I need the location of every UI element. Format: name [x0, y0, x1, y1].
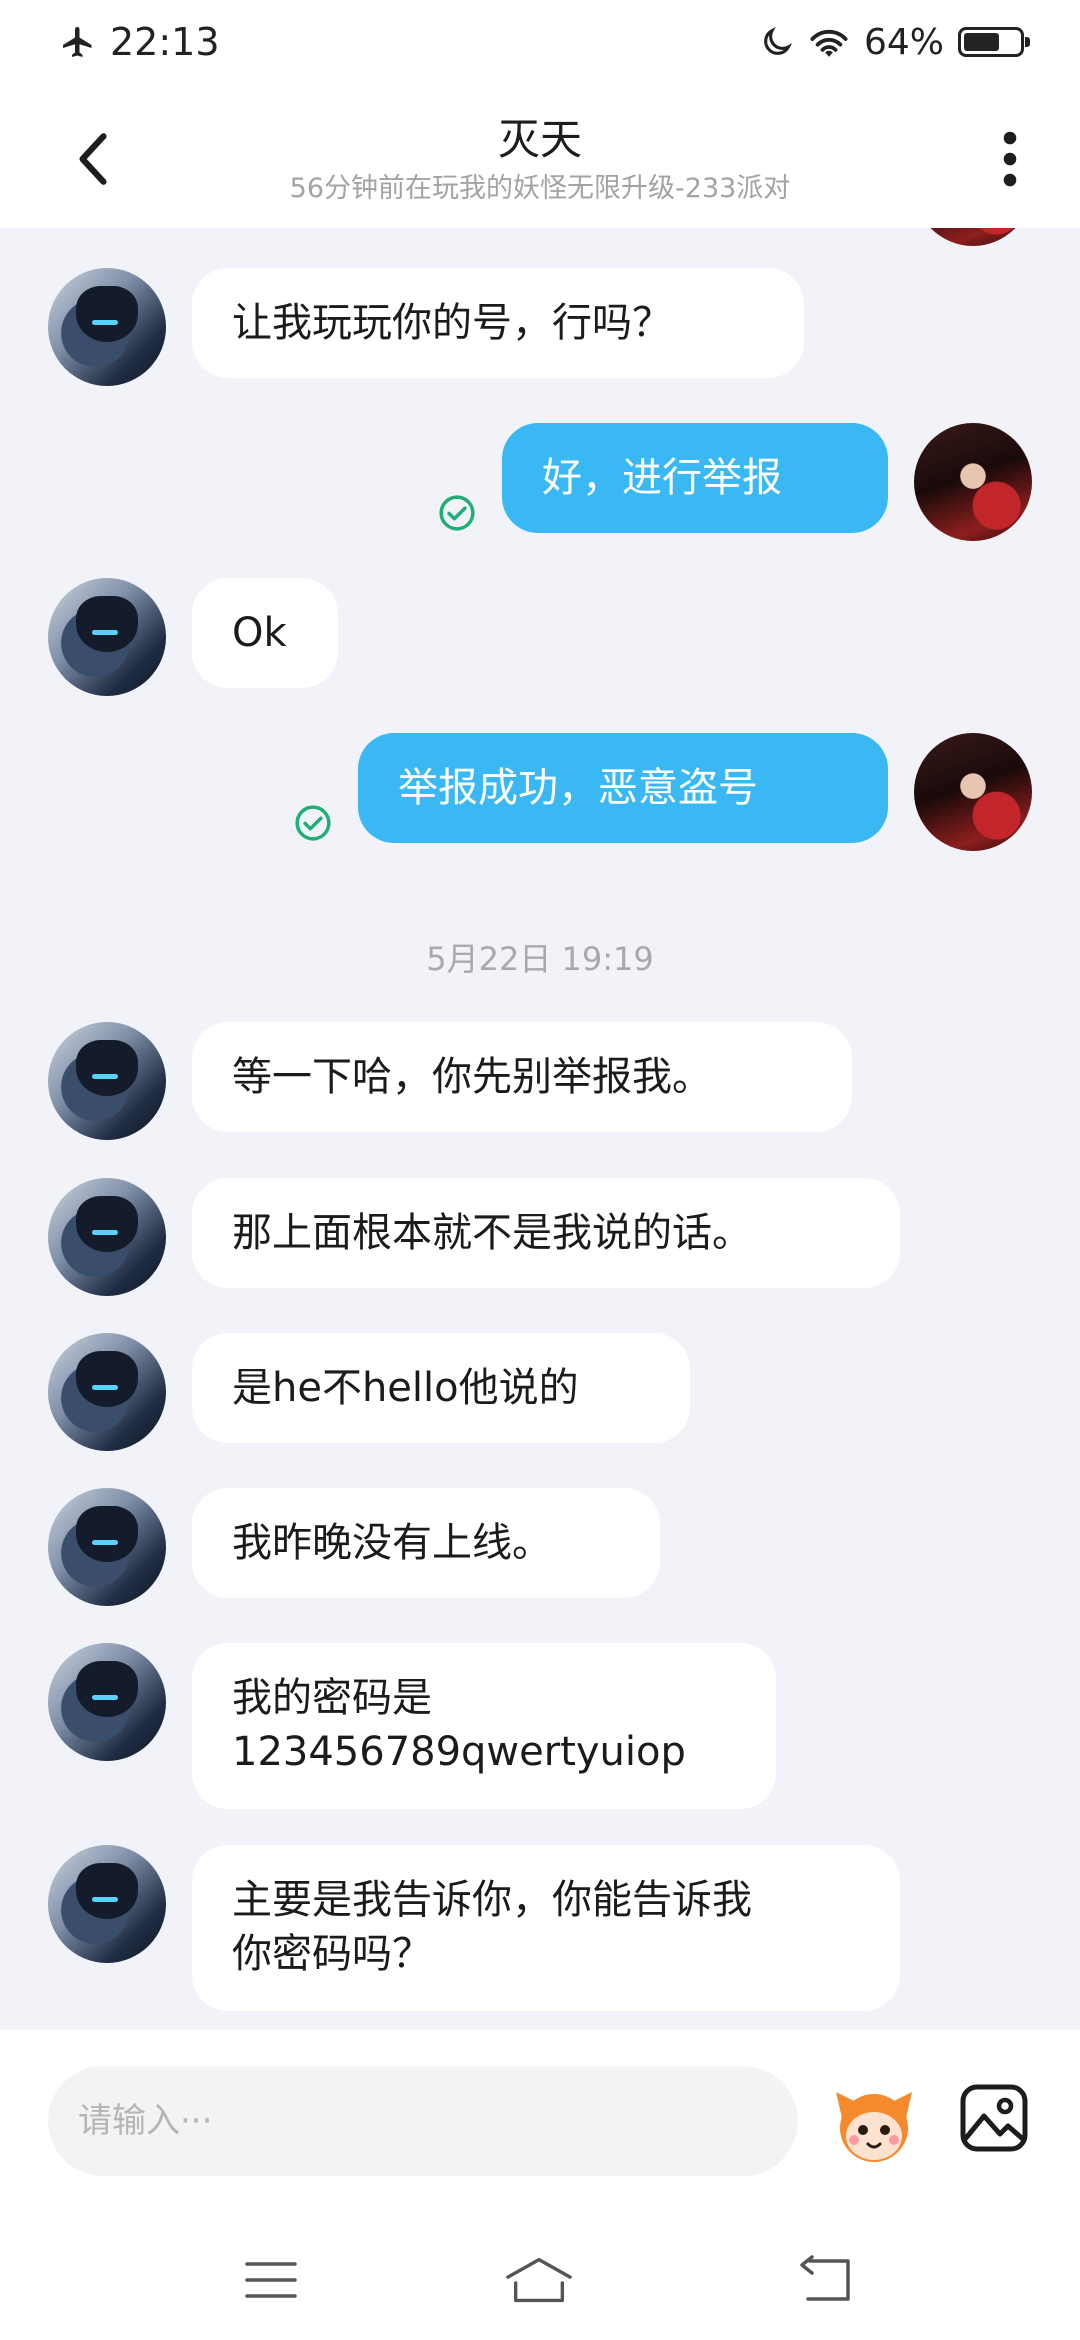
battery-percent: 64%: [863, 21, 944, 63]
message-bubble[interactable]: Ok: [192, 578, 338, 688]
avatar[interactable]: [48, 1643, 166, 1761]
message-text: 是he不hello他说的: [232, 1365, 579, 1411]
message-text-line: 你密码吗？: [232, 1931, 432, 1977]
message-text: 举报成功，恶意盗号: [398, 765, 758, 811]
status-time: 22:13: [110, 20, 220, 64]
status-left: 22:13: [60, 18, 220, 66]
image-icon: [960, 2084, 1028, 2152]
contact-name: 灭天: [497, 115, 582, 164]
message-bubble[interactable]: 我的密码是 123456789qwertyuiop: [192, 1643, 776, 1809]
home-icon: [506, 2257, 572, 2303]
message-text-line: 主要是我告诉你，你能告诉我: [232, 1877, 752, 1923]
moon-icon: [764, 26, 793, 55]
avatar[interactable]: [48, 268, 166, 386]
message-text-line: 我的密码是: [232, 1675, 432, 1721]
wifi-icon: [810, 29, 848, 57]
avatar[interactable]: [914, 228, 1032, 246]
avatar[interactable]: [48, 578, 166, 696]
avatar[interactable]: [48, 1178, 166, 1296]
input-bar: [0, 2030, 1080, 2210]
more-button[interactable]: [980, 124, 1040, 194]
contact-status: 56分钟前在玩我的妖怪无限升级-233派对: [289, 173, 791, 204]
sent-check-icon: [439, 495, 475, 531]
message-text: 那上面根本就不是我说的话。: [232, 1210, 752, 1256]
message-bubble[interactable]: 主要是我告诉你，你能告诉我 你密码吗？: [192, 1845, 900, 2011]
image-button[interactable]: [958, 2082, 1030, 2154]
nav-menu-button[interactable]: [236, 2250, 306, 2310]
avatar[interactable]: [48, 1488, 166, 1606]
emoji-face-icon: [836, 2092, 912, 2162]
airplane-icon: [63, 27, 92, 57]
chat-header: 灭天 56分钟前在玩我的妖怪无限升级-233派对: [0, 84, 1080, 228]
avatar[interactable]: [48, 1333, 166, 1451]
menu-icon: [245, 2262, 297, 2298]
nav-back-button[interactable]: [790, 2250, 860, 2310]
avatar-self[interactable]: [914, 423, 1032, 541]
message-bubble[interactable]: 那上面根本就不是我说的话。: [192, 1178, 900, 1288]
message-text: 等一下哈，你先别举报我。: [232, 1054, 712, 1100]
message-bubble[interactable]: 让我玩玩你的号，行吗？: [192, 268, 804, 378]
message-list[interactable]: 让我玩玩你的号，行吗？ 好，进行举报 Ok 举报成功，恶意盗号 5月22日 19…: [0, 228, 1080, 2028]
navigation-bar: [0, 2210, 1080, 2340]
battery-fill: [964, 33, 999, 51]
message-bubble[interactable]: 是he不hello他说的: [192, 1333, 690, 1443]
back-icon: [800, 2255, 850, 2301]
message-text-line: 123456789qwertyuiop: [232, 1729, 686, 1775]
message-bubble-sent[interactable]: 好，进行举报: [502, 423, 888, 533]
sent-check-icon: [295, 805, 331, 841]
timestamp: 5月22日 19:19: [426, 940, 654, 978]
status-bar: 22:13 64%: [0, 0, 1080, 84]
avatar[interactable]: [48, 1845, 166, 1963]
more-vertical-icon: [1003, 131, 1017, 187]
message-text: Ok: [232, 610, 287, 656]
message-bubble[interactable]: 我昨晚没有上线。: [192, 1488, 660, 1598]
message-text: 我昨晚没有上线。: [232, 1520, 552, 1566]
message-text: 让我玩玩你的号，行吗？: [232, 300, 672, 346]
message-input[interactable]: [48, 2066, 798, 2176]
message-bubble[interactable]: 等一下哈，你先别举报我。: [192, 1022, 852, 1132]
avatar[interactable]: [48, 1022, 166, 1140]
battery-icon: [958, 27, 1030, 57]
emoji-button[interactable]: [828, 2078, 920, 2170]
avatar-self[interactable]: [914, 733, 1032, 851]
message-text: 好，进行举报: [542, 455, 782, 501]
nav-home-button[interactable]: [504, 2250, 574, 2310]
status-right: 64%: [760, 18, 1030, 66]
message-bubble-sent[interactable]: 举报成功，恶意盗号: [358, 733, 888, 843]
